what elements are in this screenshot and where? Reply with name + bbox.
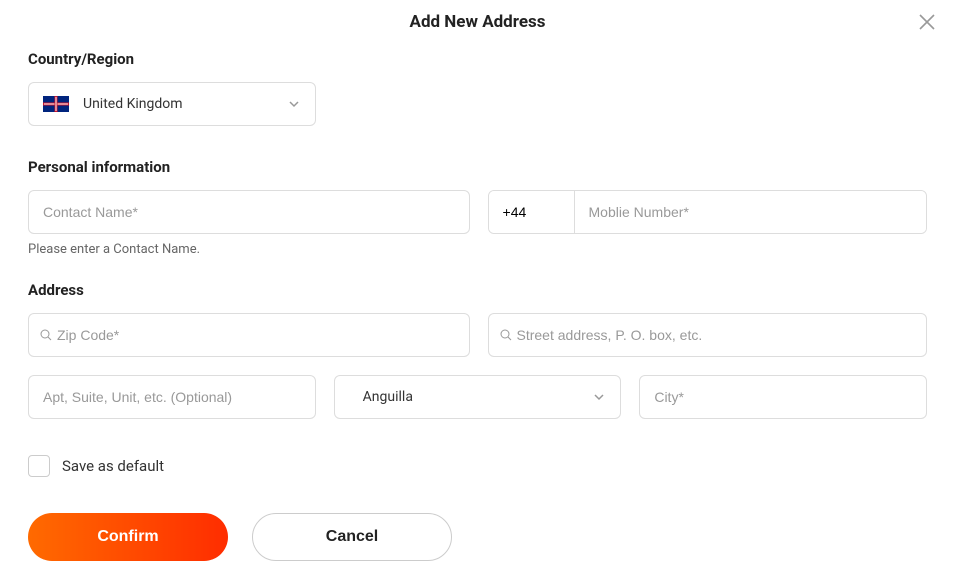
chevron-down-icon: [592, 390, 606, 404]
close-button[interactable]: [915, 10, 939, 34]
save-default-label: Save as default: [62, 457, 164, 475]
state-select[interactable]: Anguilla: [334, 375, 622, 419]
chevron-down-icon: [287, 97, 301, 111]
personal-info-label: Personal information: [28, 158, 927, 176]
close-icon: [917, 12, 937, 32]
city-input[interactable]: [639, 375, 927, 419]
apt-suite-input[interactable]: [28, 375, 316, 419]
mobile-number-input[interactable]: [575, 191, 926, 233]
save-default-checkbox[interactable]: [28, 455, 50, 477]
phone-group: [488, 190, 927, 234]
country-select[interactable]: United Kingdom: [28, 82, 316, 126]
country-region-label: Country/Region: [28, 50, 927, 68]
state-selected-value: Anguilla: [363, 389, 413, 405]
country-selected-value: United Kingdom: [83, 96, 183, 112]
modal-title: Add New Address: [28, 12, 927, 32]
address-label: Address: [28, 281, 927, 299]
street-address-input[interactable]: [488, 313, 928, 357]
cancel-button[interactable]: Cancel: [252, 513, 452, 561]
contact-name-input[interactable]: [28, 190, 470, 234]
contact-name-helper: Please enter a Contact Name.: [28, 242, 927, 257]
zip-code-input[interactable]: [28, 313, 470, 357]
confirm-button[interactable]: Confirm: [28, 513, 228, 561]
phone-code-input[interactable]: [489, 191, 575, 233]
uk-flag-icon: [43, 96, 69, 112]
